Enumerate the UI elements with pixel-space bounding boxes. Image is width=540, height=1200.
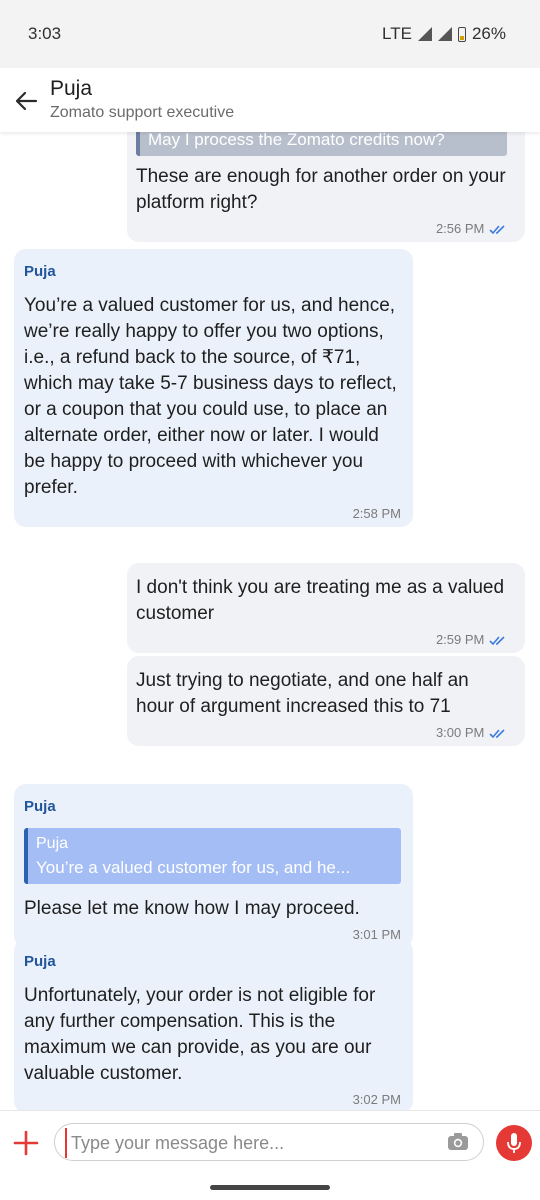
signal-icon: [417, 27, 432, 41]
message-text: Please let me know how I may proceed.: [24, 898, 360, 919]
message-time: 2:59 PM: [435, 632, 485, 647]
message-time: 3:02 PM: [352, 1092, 401, 1107]
message-outgoing[interactable]: May I process the Zomato credits now? Th…: [127, 132, 525, 242]
camera-icon[interactable]: [447, 1132, 469, 1152]
message-text: Unfortunately, your order is not eligibl…: [24, 985, 376, 1084]
message-meta: 3:02 PM: [24, 1089, 401, 1110]
message-meta: 2:56 PM: [136, 218, 507, 242]
quoted-text: You’re a valued customer for us, and he.…: [36, 858, 351, 877]
message-list[interactable]: May I process the Zomato credits now? Th…: [0, 132, 540, 1110]
mic-button[interactable]: [496, 1125, 532, 1161]
status-time: 3:03: [28, 24, 62, 43]
message-text: These are enough for another order on yo…: [136, 166, 506, 213]
message-incoming[interactable]: Puja Unfortunately, your order is not el…: [14, 939, 413, 1110]
message-text: You’re a valued customer for us, and hen…: [24, 295, 397, 498]
message-time: 2:58 PM: [352, 506, 401, 521]
contact-name[interactable]: Puja: [50, 77, 92, 101]
message-meta: 3:00 PM: [136, 722, 507, 746]
contact-subtitle: Zomato support executive: [50, 104, 235, 121]
quoted-sender: Puja: [36, 835, 69, 852]
quoted-message[interactable]: May I process the Zomato credits now?: [136, 132, 507, 156]
composer-bar: [0, 1110, 540, 1177]
double-check-icon: [489, 728, 505, 738]
mic-icon: [507, 1133, 521, 1153]
message-sender: Puja: [24, 953, 56, 970]
message-incoming[interactable]: Puja Puja You’re a valued customer for u…: [14, 784, 413, 948]
message-input[interactable]: [65, 1128, 443, 1158]
quoted-message[interactable]: Puja You’re a valued customer for us, an…: [24, 828, 401, 884]
double-check-icon: [489, 224, 505, 234]
message-outgoing[interactable]: Just trying to negotiate, and one half a…: [127, 656, 525, 746]
message-meta: 2:58 PM: [24, 503, 401, 527]
message-outgoing[interactable]: I don't think you are treating me as a v…: [127, 563, 525, 653]
home-gesture-handle[interactable]: [210, 1185, 330, 1190]
message-time: 3:00 PM: [435, 725, 485, 740]
message-input-wrapper: [54, 1123, 484, 1161]
status-indicators: LTE 26%: [382, 24, 506, 44]
chat-header: Puja Zomato support executive: [0, 68, 540, 132]
battery-icon: [457, 26, 466, 42]
plus-icon[interactable]: [12, 1129, 40, 1157]
back-arrow-icon[interactable]: [14, 90, 38, 112]
signal-icon-2: [437, 27, 452, 41]
message-time: 2:56 PM: [435, 221, 485, 236]
message-meta: 2:59 PM: [136, 629, 507, 653]
message-text: Just trying to negotiate, and one half a…: [136, 670, 469, 717]
network-label: LTE: [382, 24, 412, 43]
system-nav-bar: [0, 1176, 540, 1200]
battery-level: 26%: [471, 24, 506, 43]
message-incoming[interactable]: Puja You’re a valued customer for us, an…: [14, 249, 413, 527]
message-sender: Puja: [24, 263, 56, 280]
message-text: I don't think you are treating me as a v…: [136, 577, 505, 624]
double-check-icon: [489, 635, 505, 645]
message-sender: Puja: [24, 798, 56, 815]
status-bar: 3:03 LTE 26%: [0, 0, 540, 68]
